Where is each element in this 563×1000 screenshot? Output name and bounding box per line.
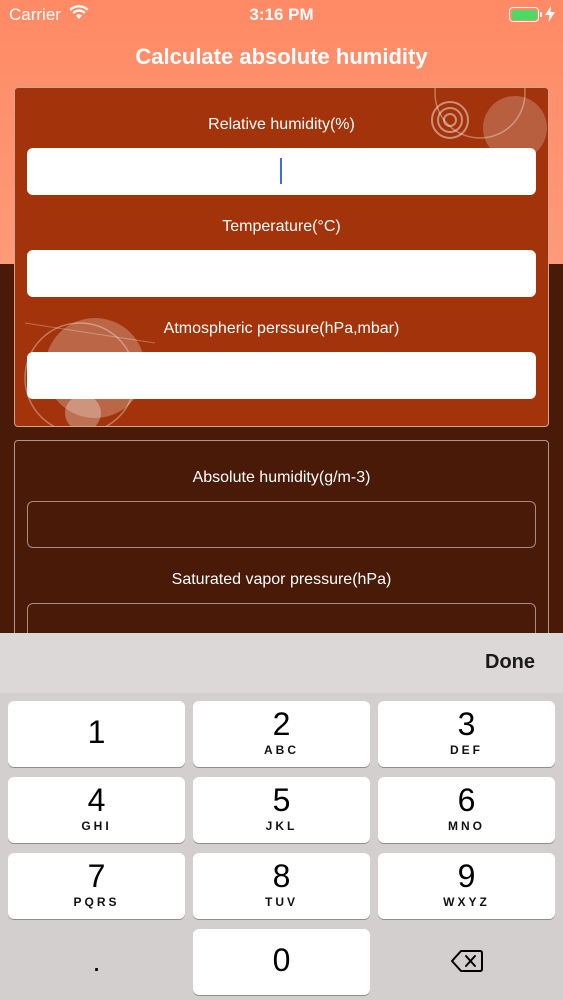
saturated-vapor-pressure-label: Saturated vapor pressure(hPa) (171, 571, 392, 588)
key-decimal[interactable]: . (8, 929, 185, 995)
status-time: 3:16 PM (249, 5, 314, 24)
absolute-humidity-label: Absolute humidity(g/m-3) (192, 469, 371, 486)
status-bar: Carrier 3:16 PM (0, 0, 563, 30)
battery-icon (509, 7, 542, 22)
key-0[interactable]: 0 (193, 929, 370, 995)
key-5[interactable]: 5 JKL (193, 777, 370, 843)
key-6[interactable]: 6 MNO (378, 777, 555, 843)
relative-humidity-input[interactable] (27, 148, 536, 195)
keyboard-toolbar: Done (0, 633, 563, 693)
relative-humidity-label: Relative humidity(%) (208, 116, 355, 133)
key-1[interactable]: 1 (8, 701, 185, 767)
key-2[interactable]: 2 ABC (193, 701, 370, 767)
key-8[interactable]: 8 TUV (193, 853, 370, 919)
key-3[interactable]: 3 DEF (378, 701, 555, 767)
temperature-label: Temperature(°C) (222, 218, 341, 235)
key-9[interactable]: 9 WXYZ (378, 853, 555, 919)
charging-bolt-icon (545, 6, 555, 27)
atmospheric-pressure-label: Atmospheric perssure(hPa,mbar) (163, 320, 400, 337)
backspace-icon (450, 949, 483, 978)
text-caret (280, 158, 282, 184)
absolute-humidity-output (27, 501, 536, 548)
page-title: Calculate absolute humidity (135, 44, 428, 69)
temperature-input[interactable] (27, 250, 536, 297)
backspace-key[interactable] (378, 929, 555, 995)
numeric-keyboard: Done 1 2 ABC 3 DEF 4 GHI 5 JKL 6 MNO 7 P… (0, 633, 563, 1000)
key-4[interactable]: 4 GHI (8, 777, 185, 843)
key-7[interactable]: 7 PQRS (8, 853, 185, 919)
done-button[interactable]: Done (485, 651, 535, 674)
input-card: Relative humidity(%) Temperature(°C) Atm… (14, 87, 549, 427)
atmospheric-pressure-input[interactable] (27, 352, 536, 399)
